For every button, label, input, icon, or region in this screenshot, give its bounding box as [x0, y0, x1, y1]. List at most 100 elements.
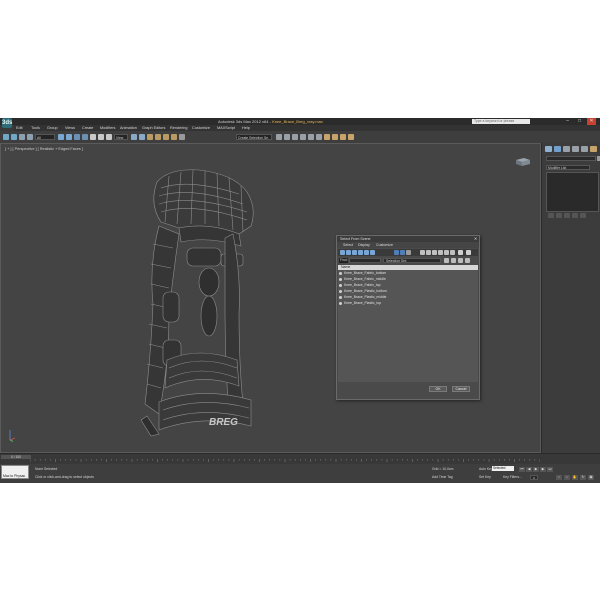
- object-list[interactable]: Knee_Brace_Fabric_bottom Knee_Brace_Fabr…: [338, 270, 478, 382]
- perspective-viewport[interactable]: [ + ] [ Perspective ] [ Realistic + Edge…: [0, 143, 541, 453]
- menu-graph-editors[interactable]: Graph Editors: [142, 126, 165, 130]
- render-setup-icon[interactable]: [332, 134, 338, 140]
- display-xrefs-icon[interactable]: [400, 250, 405, 255]
- auto-key-label[interactable]: Auto Key: [479, 467, 493, 471]
- time-slider[interactable]: 0 / 100: [1, 455, 31, 459]
- remove-modifier-icon[interactable]: [572, 213, 578, 218]
- angle-snap-icon[interactable]: [155, 134, 161, 140]
- modifier-stack[interactable]: [546, 172, 599, 212]
- menu-maxscript[interactable]: MAXScript: [217, 126, 235, 130]
- go-to-start-icon[interactable]: ⏮: [519, 467, 525, 472]
- menu-group[interactable]: Group: [47, 126, 58, 130]
- current-frame-field[interactable]: 0: [530, 475, 538, 480]
- select-none-icon[interactable]: [426, 250, 431, 255]
- menu-modifiers[interactable]: Modifiers: [100, 126, 115, 130]
- display-shapes-icon[interactable]: [346, 250, 351, 255]
- material-editor-icon[interactable]: [324, 134, 330, 140]
- list-item[interactable]: Knee_Brace_Fabric_top: [338, 283, 478, 288]
- key-filters-button[interactable]: Key Filters...: [503, 475, 522, 479]
- go-to-end-icon[interactable]: ⏭: [547, 467, 553, 472]
- move-icon[interactable]: [90, 134, 96, 140]
- pin-stack-icon[interactable]: [548, 213, 554, 218]
- previous-frame-icon[interactable]: ◀: [526, 467, 532, 472]
- play-icon[interactable]: ▶: [533, 467, 539, 472]
- dialog-menu-select[interactable]: Select: [343, 243, 353, 247]
- add-time-tag[interactable]: Add Time Tag: [432, 475, 453, 479]
- dialog-menu-customize[interactable]: Customize: [376, 243, 393, 247]
- layer-manager-icon[interactable]: [292, 134, 298, 140]
- spinner-snap-icon[interactable]: [171, 134, 177, 140]
- display-tab-icon[interactable]: [581, 146, 588, 152]
- named-selection-dropdown[interactable]: Create Selection Se: [236, 134, 272, 140]
- window-crossing-icon[interactable]: [82, 134, 88, 140]
- list-item[interactable]: Knee_Brace_Fabric_bottom: [338, 271, 478, 276]
- show-end-result-icon[interactable]: [556, 213, 562, 218]
- next-frame-icon[interactable]: ▶: [540, 467, 546, 472]
- select-invert-icon[interactable]: [432, 250, 437, 255]
- render-icon[interactable]: [348, 134, 354, 140]
- menu-create[interactable]: Create: [82, 126, 93, 130]
- modify-tab-icon[interactable]: [554, 146, 561, 152]
- sort-icon[interactable]: [465, 258, 470, 263]
- mirror-icon[interactable]: [276, 134, 282, 140]
- selection-set-icon[interactable]: [444, 258, 449, 263]
- menu-edit[interactable]: Edit: [16, 126, 23, 130]
- display-geometry-icon[interactable]: [340, 250, 345, 255]
- display-lights-icon[interactable]: [352, 250, 357, 255]
- list-item[interactable]: Knee_Brace_Plastic_middle: [338, 295, 478, 300]
- dependents-icon[interactable]: [438, 250, 443, 255]
- display-spacewarps-icon[interactable]: [370, 250, 375, 255]
- select-all-icon[interactable]: [420, 250, 425, 255]
- list-item[interactable]: Knee_Brace_Fabric_middle: [338, 277, 478, 282]
- unlink-icon[interactable]: [27, 134, 33, 140]
- menu-customize[interactable]: Customize: [192, 126, 210, 130]
- maxscript-listener[interactable]: Max to Physac: [1, 465, 29, 479]
- menu-views[interactable]: Views: [65, 126, 75, 130]
- reference-coord-dropdown[interactable]: View: [114, 134, 128, 140]
- curve-editor-icon[interactable]: [308, 134, 314, 140]
- make-unique-icon[interactable]: [564, 213, 570, 218]
- utilities-tab-icon[interactable]: [590, 146, 597, 152]
- align-icon[interactable]: [284, 134, 290, 140]
- pan-icon[interactable]: ✋: [572, 475, 578, 480]
- rect-selection-icon[interactable]: [74, 134, 80, 140]
- redo-icon[interactable]: [11, 134, 17, 140]
- select-object-icon[interactable]: [58, 134, 64, 140]
- key-mode-dropdown[interactable]: Selected: [492, 466, 514, 471]
- menu-animation[interactable]: Animation: [120, 126, 137, 130]
- selection-set-dropdown[interactable]: Selection Set:: [383, 258, 441, 263]
- rendered-frame-icon[interactable]: [340, 134, 346, 140]
- pivot-icon[interactable]: [131, 134, 137, 140]
- close-button[interactable]: ✕: [587, 118, 596, 125]
- undo-icon[interactable]: [3, 134, 9, 140]
- hierarchy-tab-icon[interactable]: [563, 146, 570, 152]
- display-helpers-icon[interactable]: [364, 250, 369, 255]
- highlight-icon[interactable]: [451, 258, 456, 263]
- motion-tab-icon[interactable]: [572, 146, 579, 152]
- menu-help[interactable]: Help: [242, 126, 250, 130]
- search-input[interactable]: Type a keyword or phrase: [472, 119, 530, 124]
- graphite-icon[interactable]: [300, 134, 306, 140]
- influences-icon[interactable]: [450, 250, 455, 255]
- children-icon[interactable]: [444, 250, 449, 255]
- schematic-view-icon[interactable]: [316, 134, 322, 140]
- display-groups-icon[interactable]: [394, 250, 399, 255]
- app-logo[interactable]: 3ds: [2, 118, 12, 128]
- find-input[interactable]: [349, 258, 381, 263]
- configure-sets-icon[interactable]: [580, 213, 586, 218]
- menu-rendering[interactable]: Rendering: [170, 126, 188, 130]
- orbit-icon[interactable]: ↻: [580, 475, 586, 480]
- rotate-icon[interactable]: [98, 134, 104, 140]
- edit-named-sets-icon[interactable]: [179, 134, 185, 140]
- maximize-viewport-icon[interactable]: ▣: [588, 475, 594, 480]
- object-name-field[interactable]: [546, 156, 596, 161]
- set-key-label[interactable]: Set Key: [479, 475, 491, 479]
- filter-icon[interactable]: [458, 250, 463, 255]
- link-icon[interactable]: [19, 134, 25, 140]
- selection-filter-dropdown[interactable]: All: [35, 134, 55, 140]
- maximize-button[interactable]: □: [575, 118, 584, 125]
- select-by-name-icon[interactable]: [66, 134, 72, 140]
- list-item[interactable]: Knee_Brace_Plastic_top: [338, 301, 478, 306]
- knee-brace-model[interactable]: BREG: [129, 164, 281, 444]
- zoom-icon[interactable]: ⌕: [556, 475, 562, 480]
